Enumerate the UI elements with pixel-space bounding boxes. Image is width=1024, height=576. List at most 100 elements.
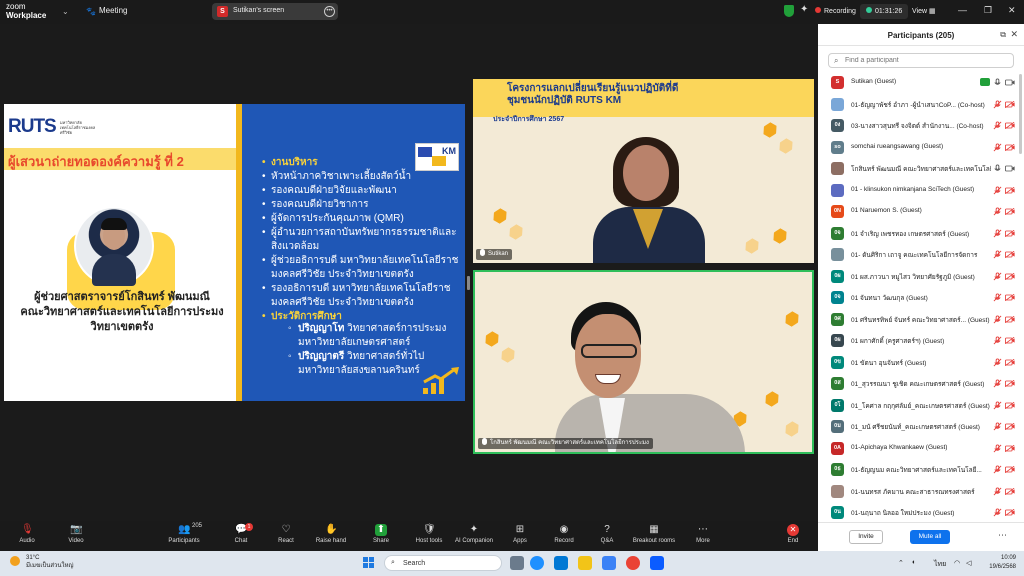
camera-off-icon[interactable] (1005, 380, 1015, 387)
camera-off-icon[interactable] (1005, 423, 1015, 430)
volume-icon[interactable]: ◁ (966, 559, 971, 567)
file-explorer-icon[interactable] (578, 556, 592, 570)
camera-off-icon[interactable] (1005, 143, 1015, 151)
more-options-icon[interactable]: ⋯ (998, 530, 1007, 541)
windows-start-icon[interactable] (363, 557, 375, 569)
pop-out-icon[interactable]: ⧉ (1000, 30, 1006, 40)
security-shield-icon[interactable] (784, 5, 794, 17)
zoom-taskbar-icon[interactable] (650, 556, 664, 570)
edge-icon[interactable] (554, 556, 568, 570)
copilot-icon[interactable] (530, 556, 544, 570)
screen-share-pill[interactable]: S Sutikan's screen ••• (212, 3, 338, 20)
mic-muted-icon[interactable] (993, 357, 1002, 367)
react-button[interactable]: ♡ React (262, 523, 310, 549)
mute-all-button[interactable]: Mute all (910, 530, 950, 544)
recording-indicator[interactable]: Recording (815, 7, 856, 15)
mic-muted-icon[interactable] (993, 185, 1002, 195)
participant-row[interactable]: 0ม 01_มนั ศรีชยนันท์_คณะเกษตรศาสตร์ (Gues… (818, 416, 1024, 438)
mic-muted-icon[interactable] (993, 336, 1002, 345)
participant-search-input[interactable] (845, 55, 1005, 66)
mic-muted-icon[interactable] (993, 293, 1002, 302)
close-panel-icon[interactable]: ✕ (1010, 29, 1018, 40)
camera-off-icon[interactable] (1005, 337, 1015, 344)
participant-row[interactable]: 0น 01-นฤนาถ นิลออ ใหม่ประมง (Guest) (818, 502, 1024, 520)
participant-row[interactable]: 0ผ 01 ผกาศักดิ์ (ครูศาสตร์ฯ) (Guest) (818, 330, 1024, 352)
mic-muted-icon[interactable] (993, 99, 1002, 109)
participant-row[interactable]: 0ง 03-นางสาวสุนทรี จงจิตต์ สำนักงาน... (C… (818, 115, 1024, 137)
participant-search[interactable]: ⌕ (828, 53, 1014, 68)
participant-row[interactable]: 0ศ 01 ศรินทรทิพย์ จันทร์ คณะวิทยาศาสตร์..… (818, 309, 1024, 331)
wifi-icon[interactable]: ◠ (954, 559, 960, 567)
more-button[interactable]: ⋯ More (679, 523, 727, 549)
participant-row[interactable]: so somchai rueangsawang (Guest) (818, 137, 1024, 159)
camera-icon[interactable] (1005, 79, 1015, 86)
participant-row[interactable]: 01 - klinsukon nimkanjana SciTech (Guest… (818, 180, 1024, 202)
participant-row[interactable]: โกสินทร์ พัฒนมณี คณะวิทยาศาสตร์และเทคโนโ… (818, 158, 1024, 180)
participant-row[interactable]: 0ส 01_สุวรรณนา ชูเชิด คณะเกษตรศาสตร์ (Gue… (818, 373, 1024, 395)
weather-widget[interactable]: 31°C มีเมฆเป็นส่วนใหญ่ (10, 554, 74, 570)
invite-button[interactable]: Invite (849, 530, 883, 544)
restore-icon[interactable]: ❐ (984, 5, 992, 16)
more-options-icon[interactable]: ••• (324, 6, 335, 17)
camera-off-icon[interactable] (1005, 100, 1015, 108)
participant-row[interactable]: S Sutikan (Guest) (818, 72, 1024, 94)
camera-off-icon[interactable] (1005, 272, 1015, 280)
participant-row[interactable]: 01- ดันศิริกา เถาจู คณะเทคโนโลยีการจัดกา… (818, 244, 1024, 266)
ai-sparkle-icon[interactable]: ✦ (800, 4, 808, 15)
tray-app-icon[interactable]: ◐ (912, 559, 916, 566)
video-tile-active-speaker[interactable]: โกสินทร์ พัฒนมณี คณะวิทยาศาสตร์และเทคโนโ… (473, 270, 814, 454)
store-icon[interactable] (602, 556, 616, 570)
participant-row[interactable]: 0จ 01 จำเริญ เพชรทอง เกษตรศาสตร์ (Guest) (818, 223, 1024, 245)
taskbar-search[interactable]: ⌕ Search (384, 555, 502, 571)
participant-row[interactable]: 0N 01 Naruemon S. (Guest) (818, 201, 1024, 223)
chevron-down-icon[interactable]: ⌄ (62, 7, 69, 16)
mic-muted-icon[interactable] (993, 400, 1002, 410)
camera-off-icon[interactable] (1005, 358, 1015, 366)
mic-muted-icon[interactable] (993, 207, 1002, 216)
host-tools-button[interactable]: 🛡 Host tools (405, 523, 453, 549)
video-tile-sutikan[interactable]: โครงการแลกเปลี่ยนเรียนรู้แนวปฏิบัติที่ดี… (473, 79, 814, 263)
participant-row[interactable]: 0ผ 01 ผส.ภาวนา หมูไสว วิทยาศัยรัฐภูมิ (Gu… (818, 266, 1024, 288)
mic-muted-icon[interactable] (993, 314, 1002, 324)
mic-muted-icon[interactable] (993, 379, 1002, 388)
breakout-button[interactable]: ▦ Breakout rooms (630, 523, 678, 549)
participant-row[interactable]: 0จ 01 จันทนา วัฒนกุล (Guest) (818, 287, 1024, 309)
participant-row[interactable]: 01-ธัญญาพัชร์ อำภา -ผู้นำเสนาCoP... (Co-… (818, 94, 1024, 116)
video-button[interactable]: 📷 Video (52, 523, 100, 549)
participant-row[interactable]: 0A 01-Apichaya Khwankaew (Guest) (818, 438, 1024, 460)
mic-muted-icon[interactable] (993, 422, 1002, 431)
mic-muted-icon[interactable] (993, 121, 1002, 130)
audio-button[interactable]: 🎙 Audio (3, 523, 51, 549)
mic-muted-icon[interactable] (993, 465, 1002, 474)
input-language[interactable]: ไทย (934, 559, 946, 570)
participant-row[interactable]: 0โ 01_โคศาล กฤกุศลัมย์_คณะเกษตรศาสตร์ (Gu… (818, 395, 1024, 417)
participant-row[interactable]: 01-นนทรส ภัคมาน คณะสาธารณทรงศาสตร์ (818, 481, 1024, 503)
mic-icon[interactable] (993, 78, 1002, 87)
camera-off-icon[interactable] (1005, 229, 1015, 237)
camera-off-icon[interactable] (1005, 251, 1015, 258)
split-view-handle[interactable] (467, 276, 470, 290)
chat-button[interactable]: 💬 1 Chat (217, 523, 265, 549)
apps-button[interactable]: ⊞ Apps (496, 523, 544, 549)
camera-off-icon[interactable] (1005, 315, 1015, 323)
participant-row[interactable]: 0ข 01 ขัตนา อุนจันทร์ (Guest) (818, 352, 1024, 374)
tray-chevron-icon[interactable]: ⌃ (898, 559, 904, 567)
mic-muted-icon[interactable] (993, 443, 1002, 453)
camera-off-icon[interactable] (1005, 208, 1015, 215)
chrome-icon[interactable] (626, 556, 640, 570)
system-clock[interactable]: 10:09 19/6/2568 (989, 554, 1016, 572)
participant-row[interactable]: 0ธ 01-ธัญญนม คณะวิทยาศาสตร์และเทคโนโลยี..… (818, 459, 1024, 481)
ai-companion-button[interactable]: ✦ AI Companion (450, 523, 498, 549)
close-icon[interactable]: ✕ (1008, 5, 1016, 16)
mic-icon[interactable] (993, 164, 1002, 173)
camera-off-icon[interactable] (1005, 294, 1015, 301)
camera-off-icon[interactable] (1005, 487, 1015, 495)
camera-off-icon[interactable] (1005, 122, 1015, 129)
camera-off-icon[interactable] (1005, 401, 1015, 409)
participant-list-scrollbar[interactable] (1019, 74, 1022, 154)
view-menu[interactable]: View ▦ (912, 7, 936, 15)
record-button[interactable]: ◉ Record (540, 523, 588, 549)
participants-button[interactable]: 👥 205 Participants (160, 523, 208, 549)
task-view-icon[interactable] (510, 556, 524, 570)
camera-off-icon[interactable] (1005, 186, 1015, 194)
